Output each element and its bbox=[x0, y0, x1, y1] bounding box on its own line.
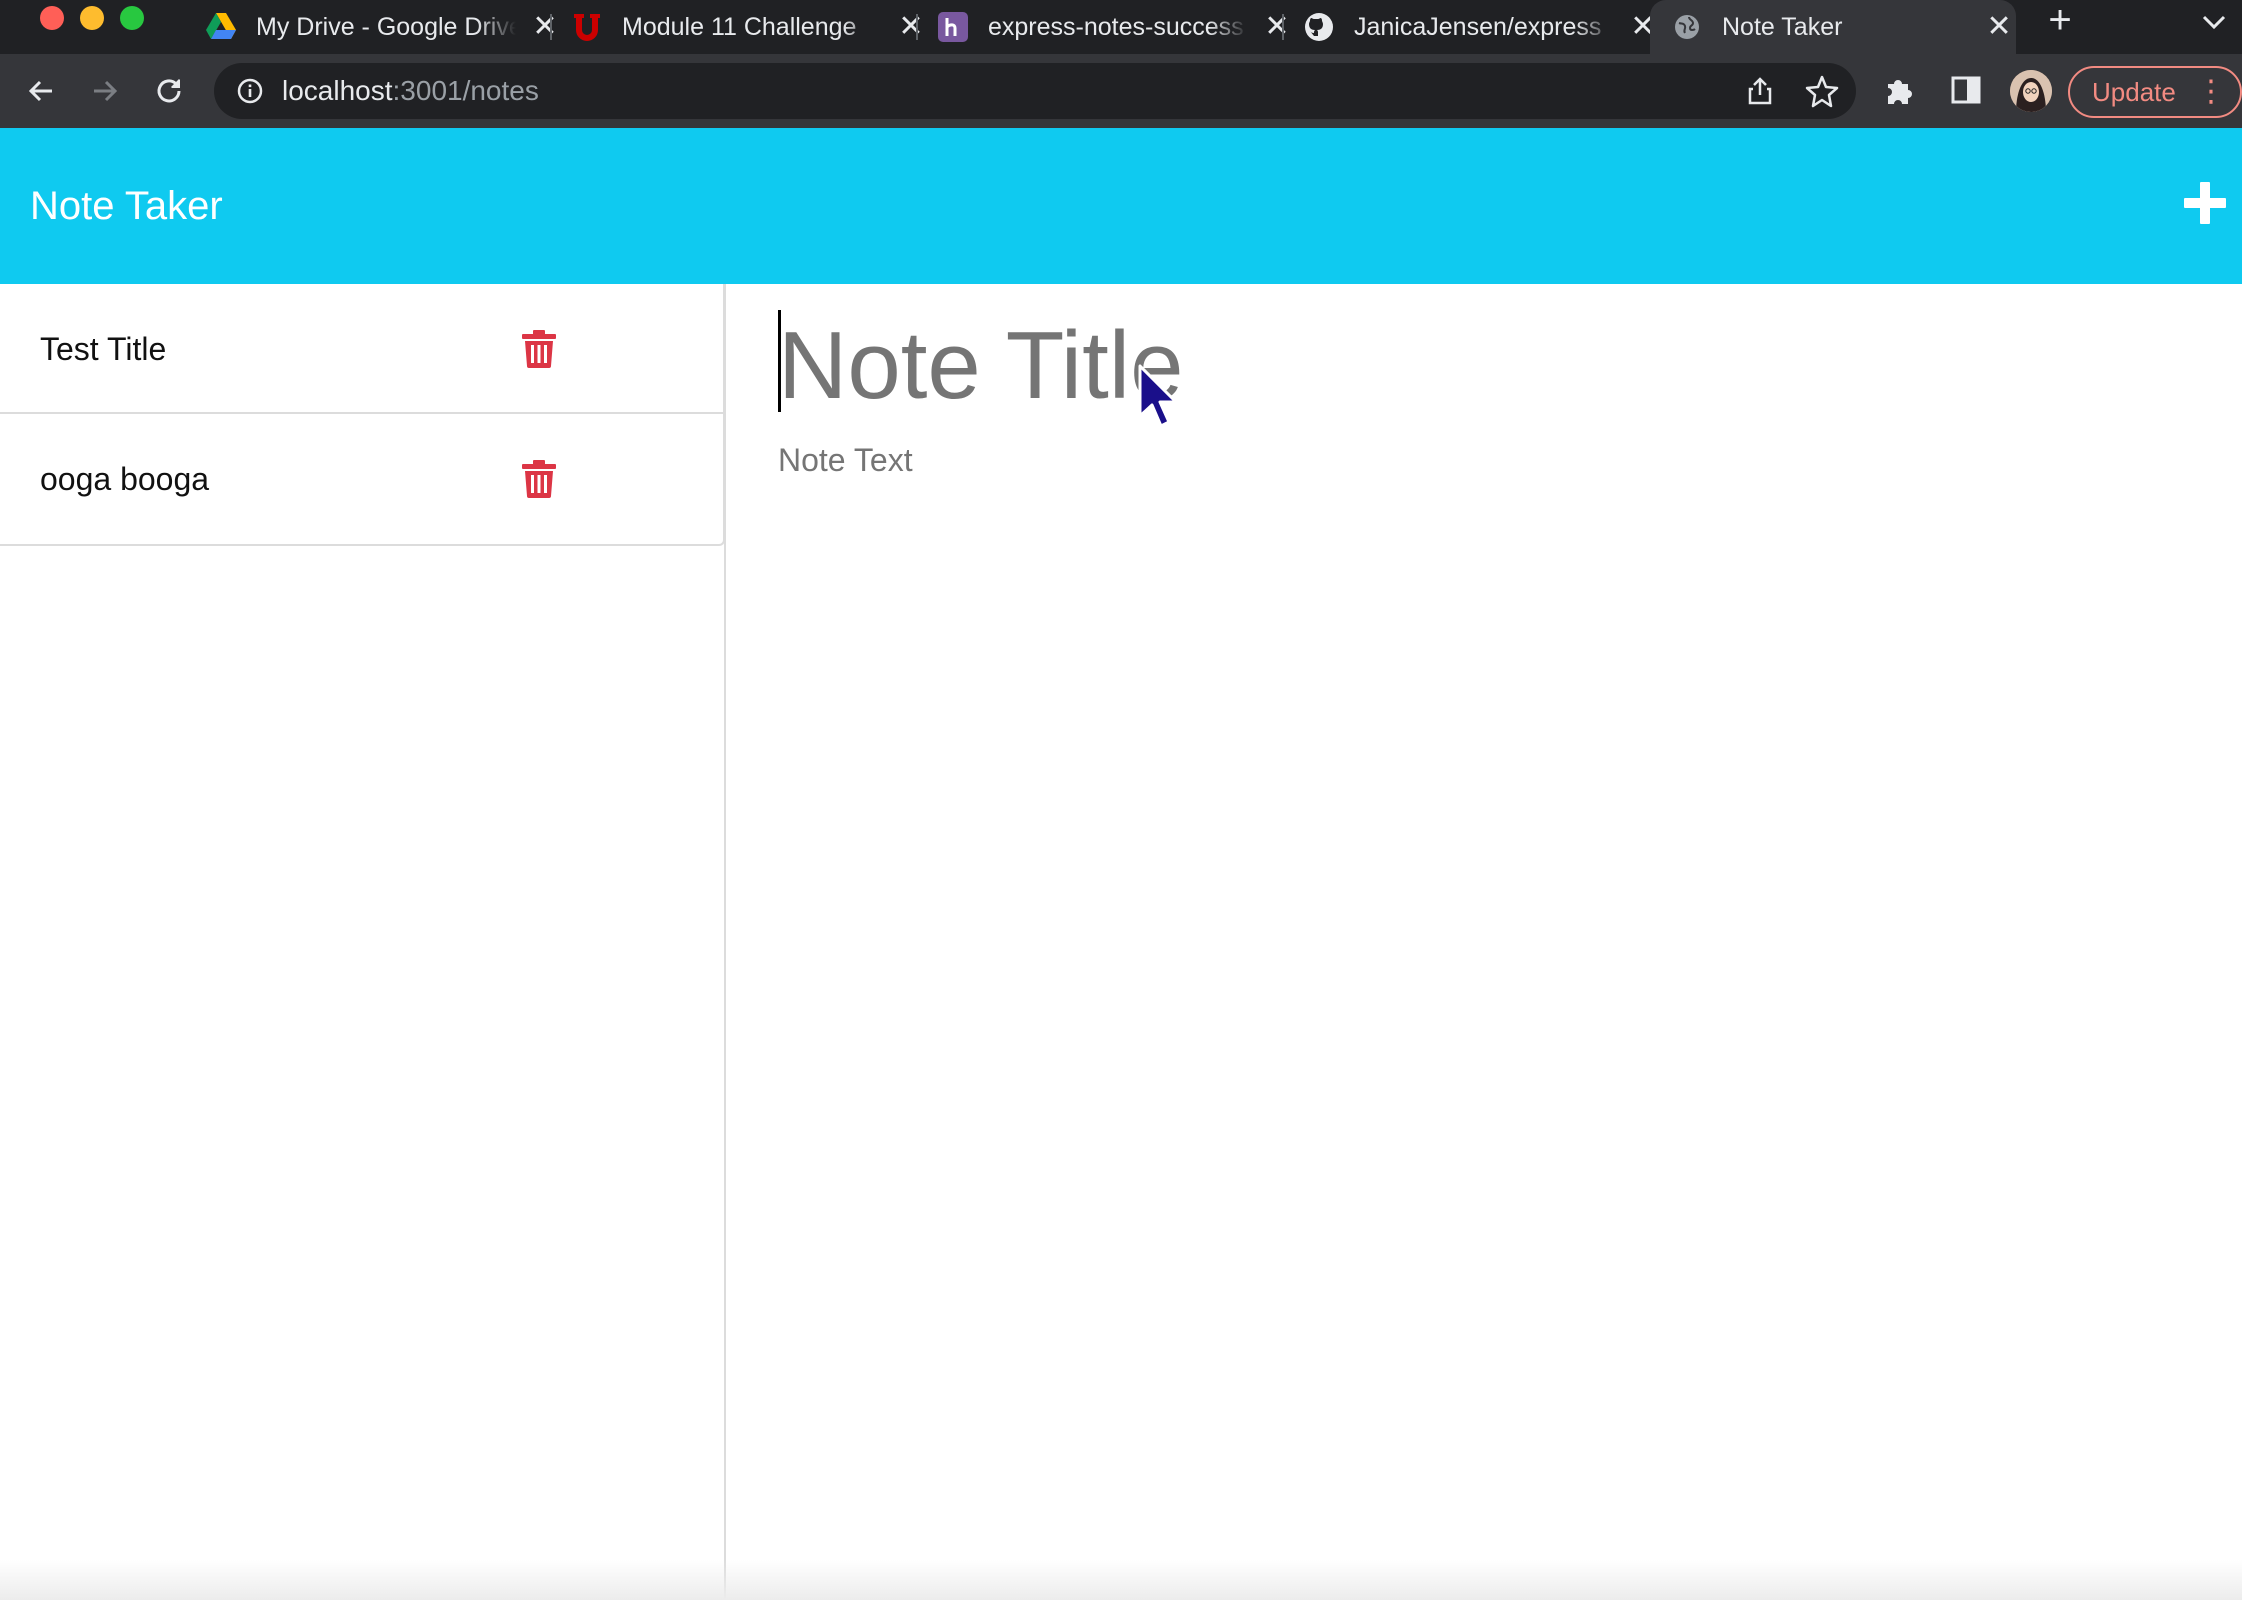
address-bar[interactable]: localhost:3001/notes bbox=[214, 63, 1856, 119]
text-caret bbox=[778, 310, 781, 412]
forward-arrow-icon[interactable] bbox=[82, 68, 128, 114]
note-title[interactable]: ooga booga bbox=[40, 414, 209, 544]
profile-avatar[interactable] bbox=[2010, 70, 2052, 112]
tab-divider bbox=[1282, 14, 1284, 40]
site-info-icon[interactable] bbox=[236, 77, 264, 105]
extensions-puzzle-icon[interactable] bbox=[1882, 72, 1920, 110]
notes-sidebar: Test Title ooga booga bbox=[0, 284, 726, 1600]
update-button[interactable]: Update ⋮ bbox=[2068, 66, 2242, 118]
update-label: Update bbox=[2092, 77, 2176, 107]
minimize-window-button[interactable] bbox=[80, 6, 104, 30]
tab-divider bbox=[916, 14, 918, 40]
mouse-cursor-icon bbox=[1138, 364, 1180, 432]
url-text[interactable]: localhost:3001/notes bbox=[282, 63, 539, 119]
brand-title[interactable]: Note Taker bbox=[30, 128, 223, 284]
bookmark-star-icon[interactable] bbox=[1804, 73, 1840, 109]
close-icon[interactable]: ✕ bbox=[528, 10, 562, 44]
close-icon[interactable]: ✕ bbox=[1260, 10, 1294, 44]
note-editor bbox=[728, 284, 2242, 1600]
url-path: :3001/notes bbox=[392, 75, 539, 106]
new-note-plus-icon[interactable] bbox=[2180, 178, 2230, 228]
trash-icon[interactable] bbox=[522, 330, 556, 368]
github-icon bbox=[1304, 12, 1334, 42]
note-list: Test Title ooga booga bbox=[0, 284, 725, 546]
note-title-input[interactable] bbox=[778, 306, 2178, 426]
app-navbar: Note Taker bbox=[0, 128, 2242, 284]
globe-icon bbox=[1672, 12, 1702, 42]
url-host: localhost bbox=[282, 75, 393, 106]
tab-note-taker[interactable]: Note Taker ✕ bbox=[1650, 0, 2016, 54]
browser-tab-strip: My Drive - Google Drive ✕ Module 11 Chal… bbox=[0, 0, 2242, 54]
tab-github-repo[interactable]: JanicaJensen/express ✕ bbox=[1304, 0, 1660, 54]
tab-title: Module 11 Challenge bbox=[622, 12, 857, 41]
trash-icon[interactable] bbox=[522, 460, 556, 498]
list-item[interactable]: Test Title bbox=[0, 284, 723, 414]
new-tab-button[interactable]: + bbox=[2040, 0, 2080, 40]
reload-icon[interactable] bbox=[146, 68, 192, 114]
tab-title: Note Taker bbox=[1722, 12, 1843, 41]
close-icon[interactable]: ✕ bbox=[1982, 10, 2016, 44]
utah-u-icon bbox=[572, 12, 602, 42]
list-item[interactable]: ooga booga bbox=[0, 414, 723, 544]
tab-module-11-challenge[interactable]: Module 11 Challenge ✕ bbox=[572, 0, 928, 54]
more-vert-icon[interactable]: ⋮ bbox=[2196, 68, 2226, 116]
tab-title: JanicaJensen/express bbox=[1354, 12, 1602, 41]
note-text-textarea[interactable] bbox=[778, 442, 2178, 842]
tab-express-notes[interactable]: express-notes-success ✕ bbox=[938, 0, 1294, 54]
close-window-button[interactable] bbox=[40, 6, 64, 30]
tab-google-drive[interactable]: My Drive - Google Drive ✕ bbox=[206, 0, 562, 54]
browser-toolbar: localhost:3001/notes Update ⋮ bbox=[0, 54, 2242, 128]
close-icon[interactable]: ✕ bbox=[894, 10, 928, 44]
tab-title: express-notes-success bbox=[988, 12, 1244, 41]
heroku-icon bbox=[938, 12, 968, 42]
note-title[interactable]: Test Title bbox=[40, 284, 166, 414]
tab-divider bbox=[550, 14, 552, 40]
tab-title: My Drive - Google Drive bbox=[256, 12, 516, 41]
google-drive-icon bbox=[206, 12, 236, 42]
window-bottom-edge bbox=[0, 1560, 2242, 1600]
maximize-window-button[interactable] bbox=[120, 6, 144, 30]
share-icon[interactable] bbox=[1744, 75, 1776, 107]
back-arrow-icon[interactable] bbox=[18, 68, 64, 114]
side-panel-icon[interactable] bbox=[1948, 72, 1986, 110]
tab-search-chevron-icon[interactable] bbox=[2196, 4, 2232, 40]
